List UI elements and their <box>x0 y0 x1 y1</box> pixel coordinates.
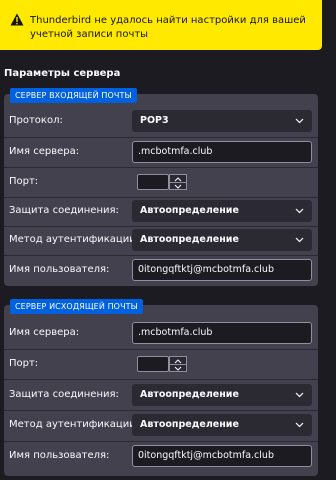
outgoing-legend: СЕРВЕР ИСХОДЯЩЕЙ ПОЧТЫ <box>10 299 143 314</box>
outgoing-username-input[interactable]: 0itongqftktj@mcbotmfa.club <box>132 445 312 467</box>
outgoing-server-input[interactable]: .mcbotmfa.club <box>132 322 312 344</box>
outgoing-security-select[interactable]: Автоопределение <box>132 384 312 406</box>
outgoing-port-row: Порт: <box>4 351 318 379</box>
outgoing-server-row: Имя сервера: .mcbotmfa.club <box>4 320 318 348</box>
incoming-security-value: Автоопределение <box>140 205 239 216</box>
warning-banner: Thunderbird не удалось найти настройки д… <box>0 0 322 50</box>
incoming-port-input[interactable] <box>137 174 169 190</box>
incoming-auth-select[interactable]: Автоопределение <box>132 229 312 251</box>
port-spin-buttons[interactable] <box>169 356 187 372</box>
chevron-down-icon <box>295 118 304 124</box>
chevron-down-icon <box>295 208 304 214</box>
incoming-legend: СЕРВЕР ВХОДЯЩЕЙ ПОЧТЫ <box>10 88 137 103</box>
divider <box>4 137 318 138</box>
protocol-select-value: POP3 <box>140 115 169 126</box>
outgoing-port-stepper[interactable] <box>132 353 190 375</box>
incoming-server-panel: СЕРВЕР ВХОДЯЩЕЙ ПОЧТЫ Протокол: POP3 Имя… <box>4 88 318 286</box>
outgoing-server-panel: СЕРВЕР ИСХОДЯЩЕЙ ПОЧТЫ Имя сервера: .mcb… <box>4 299 318 476</box>
chevron-down-icon <box>295 237 304 243</box>
incoming-security-row: Защита соединения: Автоопределение <box>4 198 318 226</box>
incoming-server-input[interactable]: .mcbotmfa.club <box>132 141 312 163</box>
incoming-server-row: Имя сервера: .mcbotmfa.club <box>4 139 318 167</box>
spin-down-icon[interactable] <box>170 364 186 371</box>
server-name-label: Имя сервера: <box>9 327 80 338</box>
port-label: Порт: <box>9 358 39 369</box>
incoming-port-stepper[interactable] <box>132 171 190 193</box>
incoming-protocol-row: Протокол: POP3 <box>4 108 318 136</box>
outgoing-auth-select[interactable]: Автоопределение <box>132 414 312 436</box>
auth-label: Метод аутентификации: <box>9 234 140 245</box>
auth-label: Метод аутентификации: <box>9 419 140 430</box>
incoming-auth-row: Метод аутентификации: Автоопределение <box>4 227 318 255</box>
divider <box>4 441 318 442</box>
divider <box>4 349 318 350</box>
spin-down-icon[interactable] <box>170 182 186 189</box>
incoming-port-row: Порт: <box>4 169 318 197</box>
chevron-down-icon <box>295 392 304 398</box>
server-name-label: Имя сервера: <box>9 146 80 157</box>
chevron-down-icon <box>295 422 304 428</box>
outgoing-auth-value: Автоопределение <box>140 419 239 430</box>
divider <box>4 379 318 380</box>
username-label: Имя пользователя: <box>9 450 110 461</box>
outgoing-security-value: Автоопределение <box>140 389 239 400</box>
divider <box>4 410 318 411</box>
incoming-username-input[interactable]: 0itongqftktj@mcbotmfa.club <box>132 259 312 281</box>
section-title: Параметры сервера <box>4 68 121 79</box>
protocol-label: Протокол: <box>9 115 63 126</box>
outgoing-security-row: Защита соединения: Автоопределение <box>4 382 318 410</box>
incoming-security-select[interactable]: Автоопределение <box>132 200 312 222</box>
security-label: Защита соединения: <box>9 389 119 400</box>
warning-icon <box>10 13 24 26</box>
divider <box>4 255 318 256</box>
outgoing-port-input[interactable] <box>137 356 169 372</box>
incoming-auth-value: Автоопределение <box>140 234 239 245</box>
port-label: Порт: <box>9 176 39 187</box>
warning-text: Thunderbird не удалось найти настройки д… <box>30 15 306 40</box>
outgoing-auth-row: Метод аутентификации: Автоопределение <box>4 412 318 440</box>
protocol-select[interactable]: POP3 <box>132 110 312 132</box>
security-label: Защита соединения: <box>9 205 119 216</box>
divider <box>4 167 318 168</box>
incoming-username-row: Имя пользователя: 0itongqftktj@mcbotmfa.… <box>4 257 318 285</box>
username-label: Имя пользователя: <box>9 264 110 275</box>
port-spin-buttons[interactable] <box>169 174 187 190</box>
outgoing-username-row: Имя пользователя: 0itongqftktj@mcbotmfa.… <box>4 443 318 471</box>
